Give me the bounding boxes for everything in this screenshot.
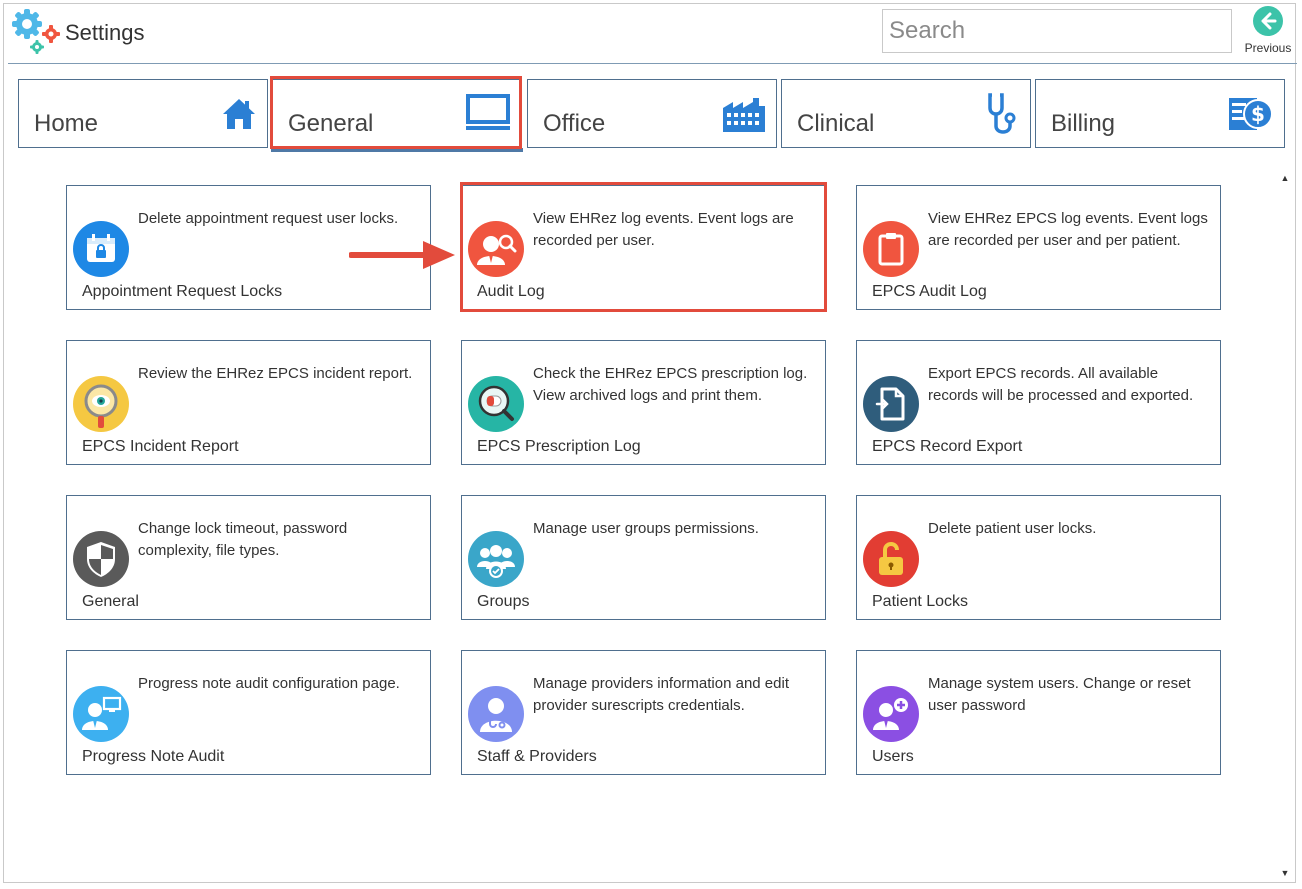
card-description: Manage system users. Change or reset use… — [928, 675, 1191, 714]
card-description: Review the EHRez EPCS incident report. — [138, 365, 413, 382]
card-description: Delete appointment request user locks. — [138, 210, 399, 227]
card-title: Users — [872, 748, 914, 765]
card-title: General — [82, 593, 139, 610]
users-group-icon — [468, 531, 524, 587]
card-description: Progress note audit configuration page. — [138, 675, 400, 692]
card-title: Appointment Request Locks — [82, 283, 283, 300]
card-general[interactable]: Change lock timeout, password complexity… — [66, 495, 431, 620]
card-title: Staff & Providers — [477, 748, 597, 765]
stethoscope-icon — [988, 93, 1016, 134]
card-title: EPCS Incident Report — [82, 438, 239, 455]
tab-office[interactable]: Office — [527, 79, 777, 148]
tab-label: Clinical — [797, 110, 875, 137]
card-patient-locks[interactable]: Delete patient user locks. Patient Locks — [856, 495, 1221, 620]
card-description: Change lock timeout, password complexity… — [138, 520, 348, 559]
unlock-icon — [863, 531, 919, 587]
pill-search-icon — [468, 376, 524, 432]
shield-icon — [73, 531, 129, 587]
tab-general[interactable]: General — [272, 79, 522, 148]
factory-icon — [723, 98, 765, 132]
card-groups[interactable]: Manage user groups permissions. Groups — [461, 495, 826, 620]
tab-clinical[interactable]: Clinical — [781, 79, 1031, 148]
tab-billing[interactable]: Billing $ — [1035, 79, 1285, 148]
card-description: Manage user groups permissions. — [533, 520, 759, 537]
active-tab-indicator — [271, 148, 523, 152]
card-epcs-audit-log[interactable]: View EHRez EPCS log events. Event logs a… — [856, 185, 1221, 310]
svg-text:$: $ — [1251, 102, 1265, 126]
card-description: Check the EHRez EPCS prescription log. V… — [533, 365, 808, 404]
app-title: Settings — [65, 20, 145, 45]
user-monitor-icon — [73, 686, 129, 742]
home-icon — [223, 99, 255, 129]
scroll-down-arrow[interactable]: ▼ — [1278, 866, 1292, 880]
card-description: Delete patient user locks. — [928, 520, 1097, 537]
card-epcs-record-export[interactable]: Export EPCS records. All available recor… — [856, 340, 1221, 465]
card-description: View EHRez EPCS log events. Event logs a… — [928, 210, 1208, 249]
gears-icon — [12, 9, 60, 54]
annotation-arrow-icon — [349, 241, 455, 269]
card-title: Progress Note Audit — [82, 748, 225, 765]
back-arrow-icon — [1253, 6, 1283, 36]
doctor-icon — [468, 686, 524, 742]
user-search-icon — [468, 221, 524, 277]
card-staff-providers[interactable]: Manage providers information and edit pr… — [461, 650, 826, 775]
card-epcs-prescription-log[interactable]: Check the EHRez EPCS prescription log. V… — [461, 340, 826, 465]
card-users[interactable]: Manage system users. Change or reset use… — [856, 650, 1221, 775]
tab-label: General — [288, 110, 374, 137]
card-audit-log[interactable]: View EHRez log events. Event logs are re… — [461, 185, 826, 310]
file-export-icon — [863, 376, 919, 432]
billing-icon: $ — [1229, 98, 1273, 130]
scroll-up-arrow[interactable]: ▲ — [1278, 171, 1292, 185]
card-description: View EHRez log events. Event logs are re… — [533, 210, 794, 249]
tab-home[interactable]: Home — [18, 79, 268, 148]
previous-label: Previous — [1244, 41, 1292, 55]
tab-label: Billing — [1051, 110, 1116, 137]
monitor-icon — [466, 94, 510, 130]
card-title: Patient Locks — [872, 593, 969, 610]
header-divider — [8, 63, 1297, 64]
card-title: EPCS Prescription Log — [477, 438, 641, 455]
card-epcs-incident-report[interactable]: Review the EHRez EPCS incident report. E… — [66, 340, 431, 465]
card-title: Groups — [477, 593, 530, 610]
card-description: Manage providers information and edit pr… — [533, 675, 789, 714]
card-progress-note-audit[interactable]: Progress note audit configuration page. … — [66, 650, 431, 775]
card-title: EPCS Audit Log — [872, 283, 987, 300]
tab-label: Office — [543, 110, 606, 137]
previous-button[interactable]: Previous — [1242, 5, 1294, 59]
tab-label: Home — [34, 110, 99, 137]
card-title: Audit Log — [477, 283, 545, 300]
magnifier-eye-icon — [73, 376, 129, 432]
search-input[interactable] — [882, 9, 1232, 53]
calendar-lock-icon — [73, 221, 129, 277]
user-add-icon — [863, 686, 919, 742]
clipboard-icon — [863, 221, 919, 277]
card-title: EPCS Record Export — [872, 438, 1023, 455]
card-description: Export EPCS records. All available recor… — [928, 365, 1194, 404]
